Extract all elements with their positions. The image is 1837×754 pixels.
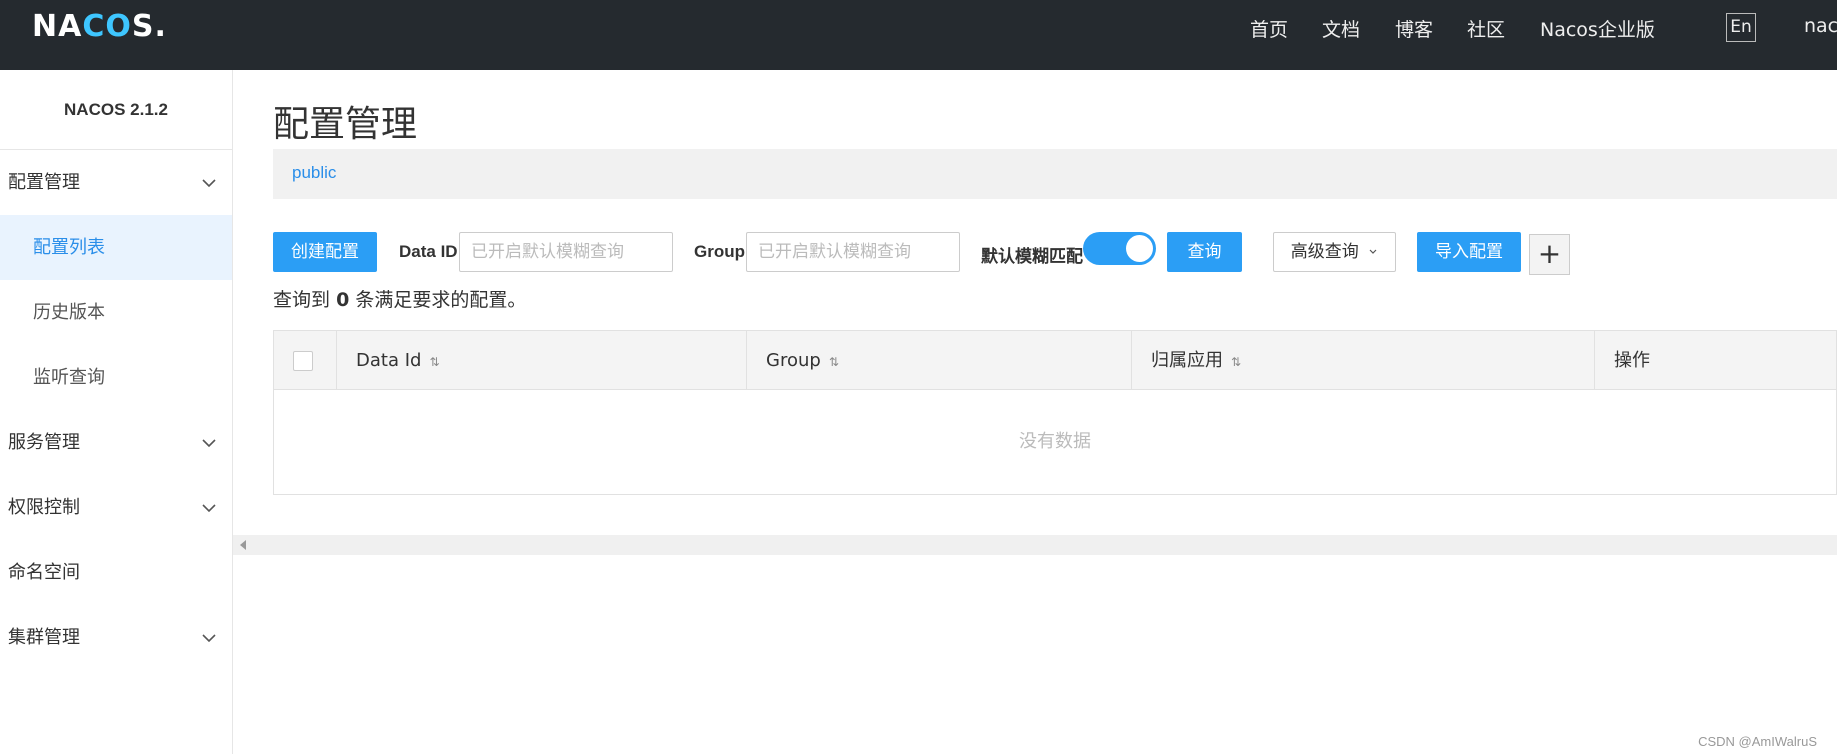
column-label: 归属应用 bbox=[1151, 350, 1223, 371]
chevron-down-icon bbox=[202, 634, 216, 643]
sort-icon[interactable]: ⇅ bbox=[1231, 355, 1241, 369]
nav-blog[interactable]: 博客 bbox=[1395, 15, 1433, 42]
sidebar-group-label: 权限控制 bbox=[8, 497, 80, 518]
user-menu[interactable]: naco bbox=[1804, 15, 1837, 37]
chevron-down-icon bbox=[1369, 249, 1377, 254]
sidebar: NACOS 2.1.2 配置管理 配置列表 历史版本 监听查询 服务管理 权限控… bbox=[0, 70, 233, 754]
sidebar-group-label: 命名空间 bbox=[8, 562, 80, 583]
advanced-query-button[interactable]: 高级查询 bbox=[1273, 232, 1396, 272]
logo-text-prefix: NA bbox=[32, 9, 83, 44]
nav-enterprise[interactable]: Nacos企业版 bbox=[1540, 15, 1655, 42]
sidebar-item-history[interactable]: 历史版本 bbox=[0, 280, 232, 345]
result-count: 0 bbox=[336, 289, 350, 311]
scroll-left-arrow-icon[interactable] bbox=[240, 540, 246, 550]
search-toolbar: 创建配置 Data ID Group 默认模糊匹配 查询 高级查询 导入配置 + bbox=[273, 232, 1837, 275]
select-all-cell bbox=[274, 331, 337, 390]
data-id-label: Data ID bbox=[399, 242, 458, 261]
page-title: 配置管理 bbox=[273, 104, 418, 145]
query-button[interactable]: 查询 bbox=[1167, 232, 1242, 272]
config-table: Data Id ⇅ Group ⇅ 归属应用 ⇅ 操作 没有数据 bbox=[273, 330, 1837, 495]
advanced-query-label: 高级查询 bbox=[1290, 242, 1359, 262]
main-content: 配置管理 public 创建配置 Data ID Group 默认模糊匹配 查询… bbox=[233, 70, 1837, 754]
fuzzy-match-toggle[interactable] bbox=[1083, 232, 1156, 265]
group-input[interactable] bbox=[746, 232, 960, 272]
sidebar-group-config-management[interactable]: 配置管理 bbox=[0, 150, 232, 215]
create-config-button[interactable]: 创建配置 bbox=[273, 232, 377, 272]
column-label: Data Id bbox=[356, 350, 422, 371]
group-label: Group bbox=[694, 242, 745, 261]
column-label: Group bbox=[766, 350, 821, 371]
column-data-id[interactable]: Data Id ⇅ bbox=[337, 331, 747, 390]
logo-text-suffix: S. bbox=[131, 9, 167, 44]
toggle-knob bbox=[1126, 235, 1153, 262]
sidebar-item-config-list[interactable]: 配置列表 bbox=[0, 215, 232, 280]
sidebar-group-label: 配置管理 bbox=[8, 172, 80, 193]
sort-icon[interactable]: ⇅ bbox=[829, 355, 839, 369]
sidebar-item-listener-query[interactable]: 监听查询 bbox=[0, 345, 232, 410]
sidebar-group-service-management[interactable]: 服务管理 bbox=[0, 410, 232, 475]
nav-docs[interactable]: 文档 bbox=[1322, 15, 1360, 42]
result-suffix: 条满足要求的配置。 bbox=[355, 289, 527, 311]
sidebar-group-cluster-management[interactable]: 集群管理 bbox=[0, 605, 232, 670]
nacos-logo[interactable]: NACOS. bbox=[32, 10, 167, 44]
sort-icon[interactable]: ⇅ bbox=[429, 355, 439, 369]
chevron-down-icon bbox=[202, 179, 216, 188]
column-actions: 操作 bbox=[1595, 331, 1837, 390]
sidebar-group-label: 服务管理 bbox=[8, 432, 80, 453]
namespace-bar: public bbox=[273, 149, 1837, 199]
plus-icon[interactable]: + bbox=[1529, 234, 1570, 275]
import-config-button[interactable]: 导入配置 bbox=[1417, 232, 1521, 272]
chevron-down-icon bbox=[202, 504, 216, 513]
column-group[interactable]: Group ⇅ bbox=[747, 331, 1132, 390]
result-prefix: 查询到 bbox=[273, 289, 331, 311]
column-app[interactable]: 归属应用 ⇅ bbox=[1132, 331, 1595, 390]
logo-text-accent: CO bbox=[82, 9, 132, 44]
nav-community[interactable]: 社区 bbox=[1467, 15, 1505, 42]
sidebar-group-access-control[interactable]: 权限控制 bbox=[0, 475, 232, 540]
sidebar-item-namespace[interactable]: 命名空间 bbox=[0, 540, 232, 605]
table-header: Data Id ⇅ Group ⇅ 归属应用 ⇅ 操作 bbox=[274, 331, 1836, 390]
result-summary: 查询到 0 条满足要求的配置。 bbox=[273, 285, 526, 312]
horizontal-scrollbar[interactable] bbox=[233, 535, 1837, 555]
sidebar-group-label: 集群管理 bbox=[8, 627, 80, 648]
top-nav: 首页 文档 博客 社区 Nacos企业版 En naco bbox=[1200, 0, 1837, 70]
top-header: NACOS. 首页 文档 博客 社区 Nacos企业版 En naco bbox=[0, 0, 1837, 70]
empty-state-text: 没有数据 bbox=[1019, 431, 1091, 452]
chevron-down-icon bbox=[202, 439, 216, 448]
version-label: NACOS 2.1.2 bbox=[0, 70, 232, 150]
column-label: 操作 bbox=[1614, 350, 1650, 371]
nav-home[interactable]: 首页 bbox=[1250, 15, 1288, 42]
watermark: CSDN @AmIWalruS bbox=[1698, 734, 1817, 749]
namespace-link-public[interactable]: public bbox=[292, 163, 336, 183]
language-switch-button[interactable]: En bbox=[1726, 13, 1756, 42]
fuzzy-match-label: 默认模糊匹配 bbox=[981, 247, 1083, 267]
data-id-input[interactable] bbox=[459, 232, 673, 272]
select-all-checkbox[interactable] bbox=[293, 351, 313, 371]
